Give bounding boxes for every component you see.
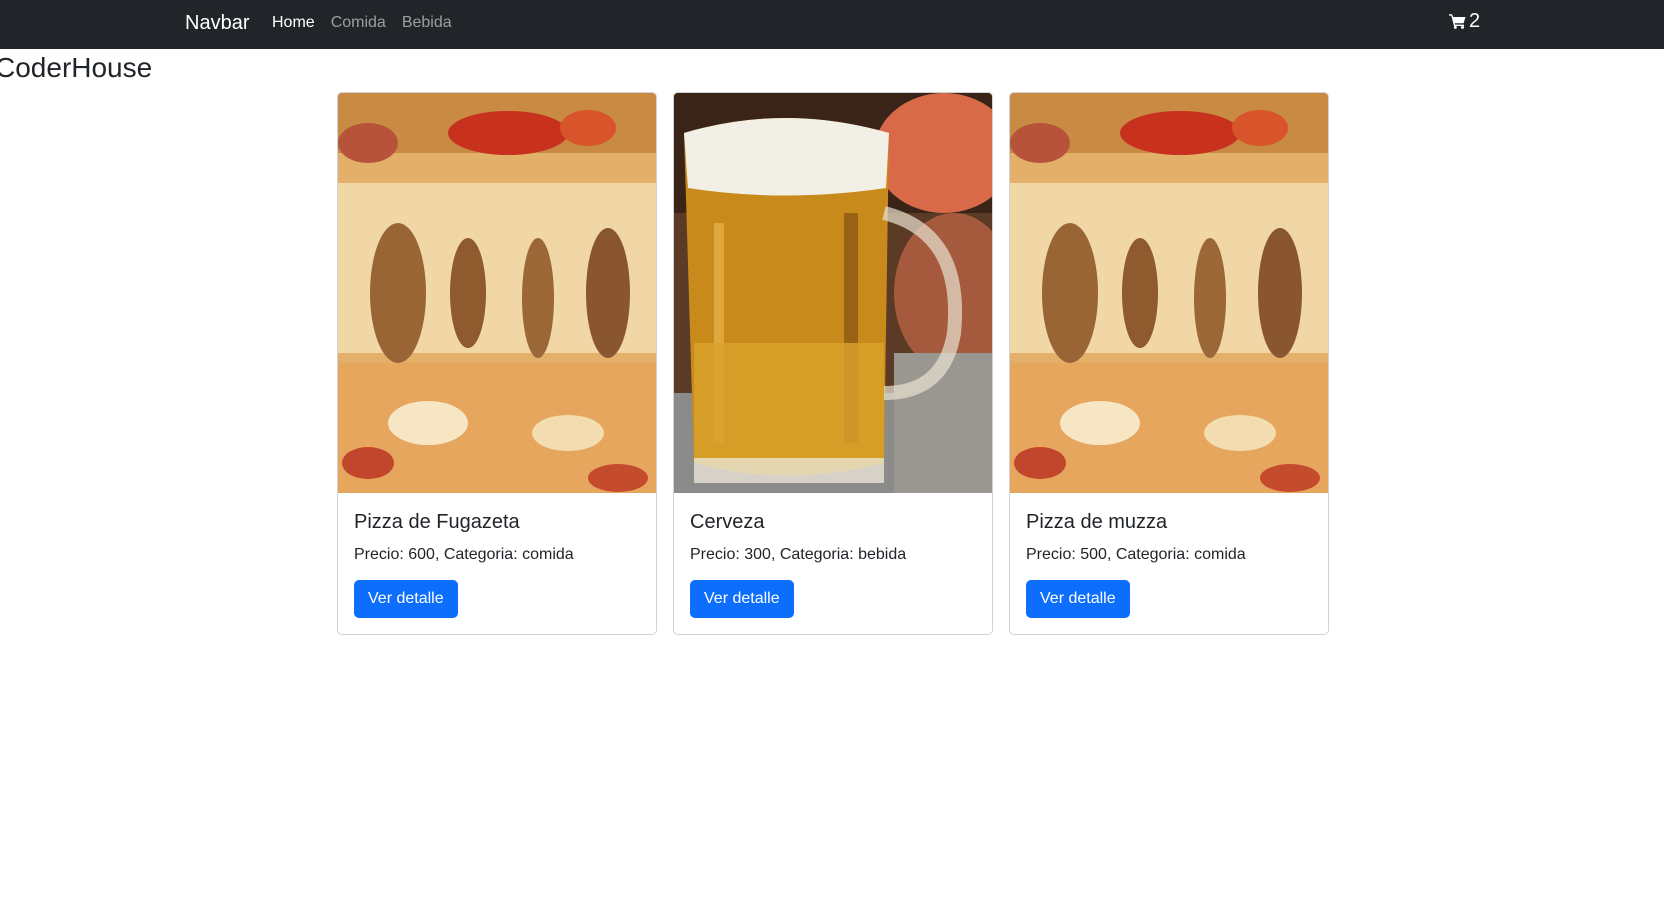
nav-link-bebida[interactable]: Bebida	[402, 14, 452, 31]
cart-widget[interactable]: 2	[1449, 9, 1480, 33]
ver-detalle-button[interactable]: Ver detalle	[1026, 580, 1130, 618]
product-card: Cerveza Precio: 300, Categoria: bebida V…	[673, 92, 993, 635]
cart-icon	[1449, 13, 1466, 29]
nav-link-home[interactable]: Home	[272, 14, 315, 31]
nav-link-comida[interactable]: Comida	[331, 14, 386, 31]
page-title: CoderHouse	[0, 52, 153, 83]
navbar-brand[interactable]: Navbar	[185, 10, 249, 36]
pizza-image	[338, 93, 656, 493]
pizza-image	[1010, 93, 1328, 493]
cart-count: 2	[1469, 10, 1481, 32]
ver-detalle-button[interactable]: Ver detalle	[690, 580, 794, 618]
card-text: Precio: 300, Categoria: bebida	[690, 546, 907, 563]
product-card: Pizza de Fugazeta Precio: 600, Categoria…	[337, 92, 657, 635]
product-card: Pizza de muzza Precio: 500, Categoria: c…	[1009, 92, 1329, 635]
card-title: Cerveza	[690, 511, 765, 533]
card-title: Pizza de Fugazeta	[354, 511, 520, 533]
beer-image	[674, 93, 992, 493]
card-text: Precio: 600, Categoria: comida	[354, 546, 574, 563]
ver-detalle-button[interactable]: Ver detalle	[354, 580, 458, 618]
card-title: Pizza de muzza	[1026, 511, 1168, 533]
card-text: Precio: 500, Categoria: comida	[1026, 546, 1246, 563]
nav-links: Home Comida Bebida	[272, 13, 452, 33]
navbar: Navbar Home Comida Bebida 2	[0, 0, 1664, 49]
